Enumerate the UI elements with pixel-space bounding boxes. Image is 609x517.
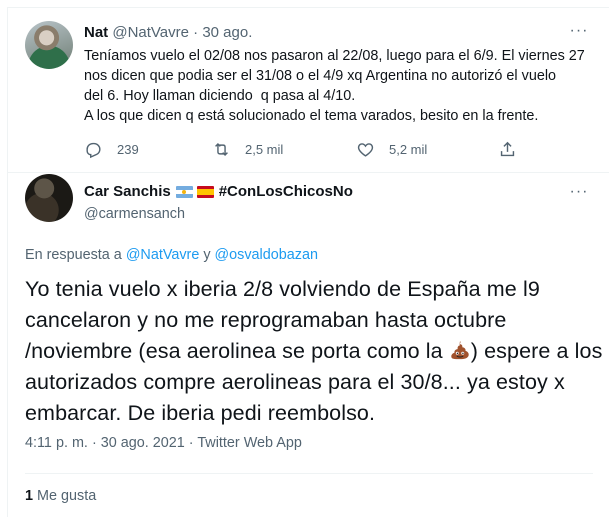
tweet-date[interactable]: 30 ago. 2021 [101, 435, 185, 451]
reply-context: En respuesta a @NatVavre y @osvaldobazan [25, 245, 318, 265]
spain-flag-icon [196, 186, 214, 198]
tweet-thread: Nat @NatVavre · 30 ago. ··· Teníamos vue… [7, 7, 609, 517]
tweet-text-line: nos dicen que podia ser el 31/08 o el 4/… [84, 68, 557, 84]
separator-dot: · [193, 24, 199, 41]
author-name[interactable]: Car Sanchis [84, 182, 171, 202]
tweet-meta: 4:11 p. m. · 30 ago. 2021 · Twitter Web … [25, 433, 302, 453]
tweet-text-line: del 6. Hoy llaman diciendo q pasa al 4/1… [84, 88, 356, 104]
tweet-text-line: A los que dicen q está solucionado el te… [84, 108, 539, 124]
reply-icon [86, 142, 101, 159]
separator-dot: · [91, 435, 97, 451]
retweet-button[interactable]: 2,5 mil [212, 140, 283, 159]
reply-prefix: En respuesta a [25, 247, 122, 263]
share-button[interactable] [498, 140, 531, 159]
author-name-row[interactable]: Car Sanchis #ConLosChicosNo [84, 182, 353, 202]
like-button[interactable]: 5,2 mil [356, 140, 427, 159]
separator-dot: · [188, 435, 194, 451]
reply-button[interactable]: 239 [84, 140, 139, 159]
tweet-header: Nat @NatVavre · 30 ago. [84, 23, 252, 43]
like-count: 5,2 mil [389, 142, 428, 157]
more-dots-icon[interactable]: ··· [569, 184, 589, 206]
like-label: Me gusta [37, 488, 97, 504]
tweet-text: Yo tenia vuelo x iberia 2/8 volviendo de… [25, 274, 605, 429]
author-hashtag: #ConLosChicosNo [218, 183, 353, 200]
tweet-date[interactable]: 30 ago. [202, 24, 252, 41]
tweet-actions: 239 2,5 mil 5,2 mil [84, 140, 524, 164]
heart-icon [357, 143, 374, 157]
retweet-count: 2,5 mil [245, 142, 284, 157]
more-dots-icon[interactable]: ··· [569, 23, 589, 45]
tweet-source[interactable]: Twitter Web App [197, 435, 302, 451]
argentina-flag-icon [175, 186, 193, 198]
divider [25, 473, 593, 474]
author-name[interactable]: Nat [84, 24, 108, 41]
avatar[interactable] [25, 174, 73, 222]
tweet-text-line: Teníamos vuelo el 02/08 nos pasaron al 2… [84, 48, 585, 64]
author-handle[interactable]: @NatVavre [112, 24, 189, 41]
reply-user-link[interactable]: @osvaldobazan [215, 247, 318, 263]
tweet-text: Teníamos vuelo el 02/08 nos pasaron al 2… [84, 46, 594, 126]
retweet-icon [215, 142, 228, 157]
share-icon [500, 141, 515, 157]
author-handle[interactable]: @carmensanch [84, 204, 185, 224]
reply-and: y [203, 247, 211, 263]
avatar[interactable] [25, 21, 73, 69]
poo-emoji-icon [451, 340, 469, 360]
like-total: 1 [25, 488, 34, 504]
tweet-parent[interactable]: Nat @NatVavre · 30 ago. ··· Teníamos vue… [8, 8, 609, 173]
tweet-time[interactable]: 4:11 p. m. [25, 435, 88, 451]
reply-count: 239 [117, 142, 139, 157]
reply-user-link[interactable]: @NatVavre [126, 247, 200, 263]
likes-summary[interactable]: 1 Me gusta [25, 486, 96, 506]
